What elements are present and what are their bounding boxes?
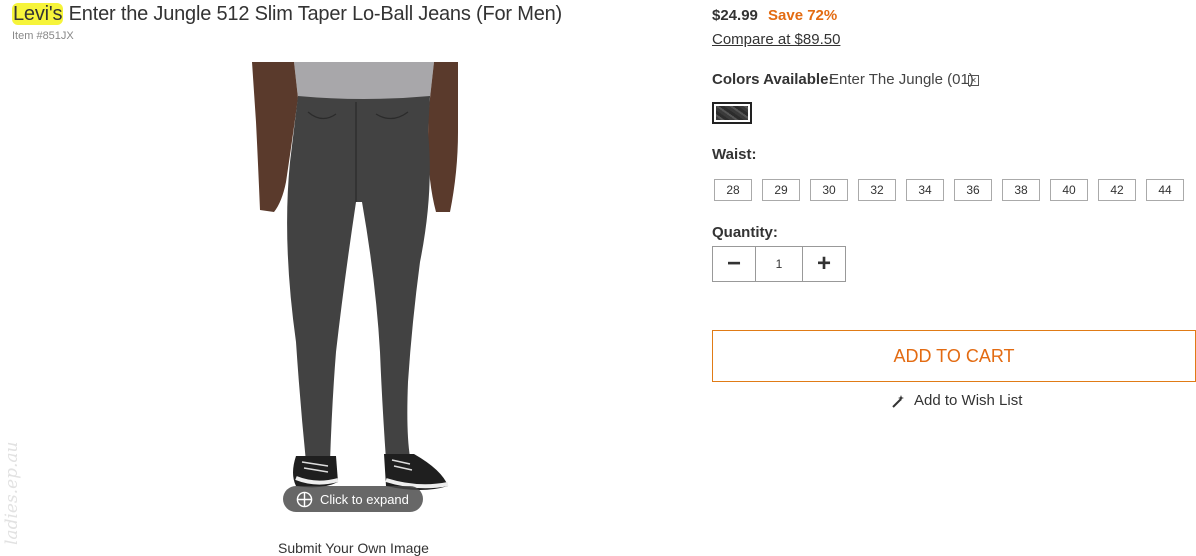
size-option[interactable]: 42: [1098, 179, 1136, 201]
selected-color: Enter The Jungle (01): [829, 71, 974, 88]
product-name: Enter the Jungle 512 Slim Taper Lo-Ball …: [68, 3, 563, 25]
product-title: Levi's Enter the Jungle 512 Slim Taper L…: [12, 3, 562, 26]
quantity-label: Quantity:: [712, 224, 778, 241]
save-badge: Save 72%: [768, 7, 838, 24]
add-to-cart-button[interactable]: ADD TO CART: [712, 330, 1196, 382]
size-option[interactable]: 40: [1050, 179, 1088, 201]
size-option[interactable]: 34: [906, 179, 944, 201]
size-option[interactable]: 44: [1146, 179, 1184, 201]
compare-price-link[interactable]: Compare at $89.50: [712, 31, 840, 48]
clear-color-icon[interactable]: ✕: [968, 75, 979, 86]
decrease-quantity-button[interactable]: −: [713, 247, 755, 281]
brand-name: Levi's: [12, 3, 64, 25]
size-option[interactable]: 30: [810, 179, 848, 201]
product-image[interactable]: [252, 62, 458, 514]
expand-crosshair-icon: [296, 491, 313, 507]
size-option[interactable]: 29: [762, 179, 800, 201]
waist-label: Waist:: [712, 146, 757, 163]
increase-quantity-button[interactable]: +: [803, 247, 845, 281]
wish-list-label: Add to Wish List: [914, 392, 1023, 409]
sale-price: $24.99: [712, 7, 758, 24]
size-option[interactable]: 36: [954, 179, 992, 201]
color-swatch[interactable]: [712, 102, 752, 124]
watermark: ladies.ep.au: [2, 441, 22, 545]
size-option[interactable]: 28: [714, 179, 752, 201]
item-number: Item #851JX: [12, 30, 74, 42]
click-to-expand-button[interactable]: Click to expand: [283, 486, 423, 512]
submit-image-link[interactable]: Submit Your Own Image: [278, 540, 429, 556]
add-to-wish-list-link[interactable]: Add to Wish List: [890, 392, 1022, 409]
size-option[interactable]: 32: [858, 179, 896, 201]
swatch-pattern: [716, 106, 748, 120]
size-option[interactable]: 38: [1002, 179, 1040, 201]
waist-size-list: 28 29 30 32 34 36 38 40 42 44: [714, 179, 1184, 201]
magic-wand-icon: [892, 394, 904, 408]
quantity-input[interactable]: 1: [755, 247, 803, 281]
expand-label: Click to expand: [320, 491, 409, 507]
quantity-stepper: − 1 +: [712, 246, 846, 282]
colors-label: Colors Available:: [712, 71, 834, 88]
